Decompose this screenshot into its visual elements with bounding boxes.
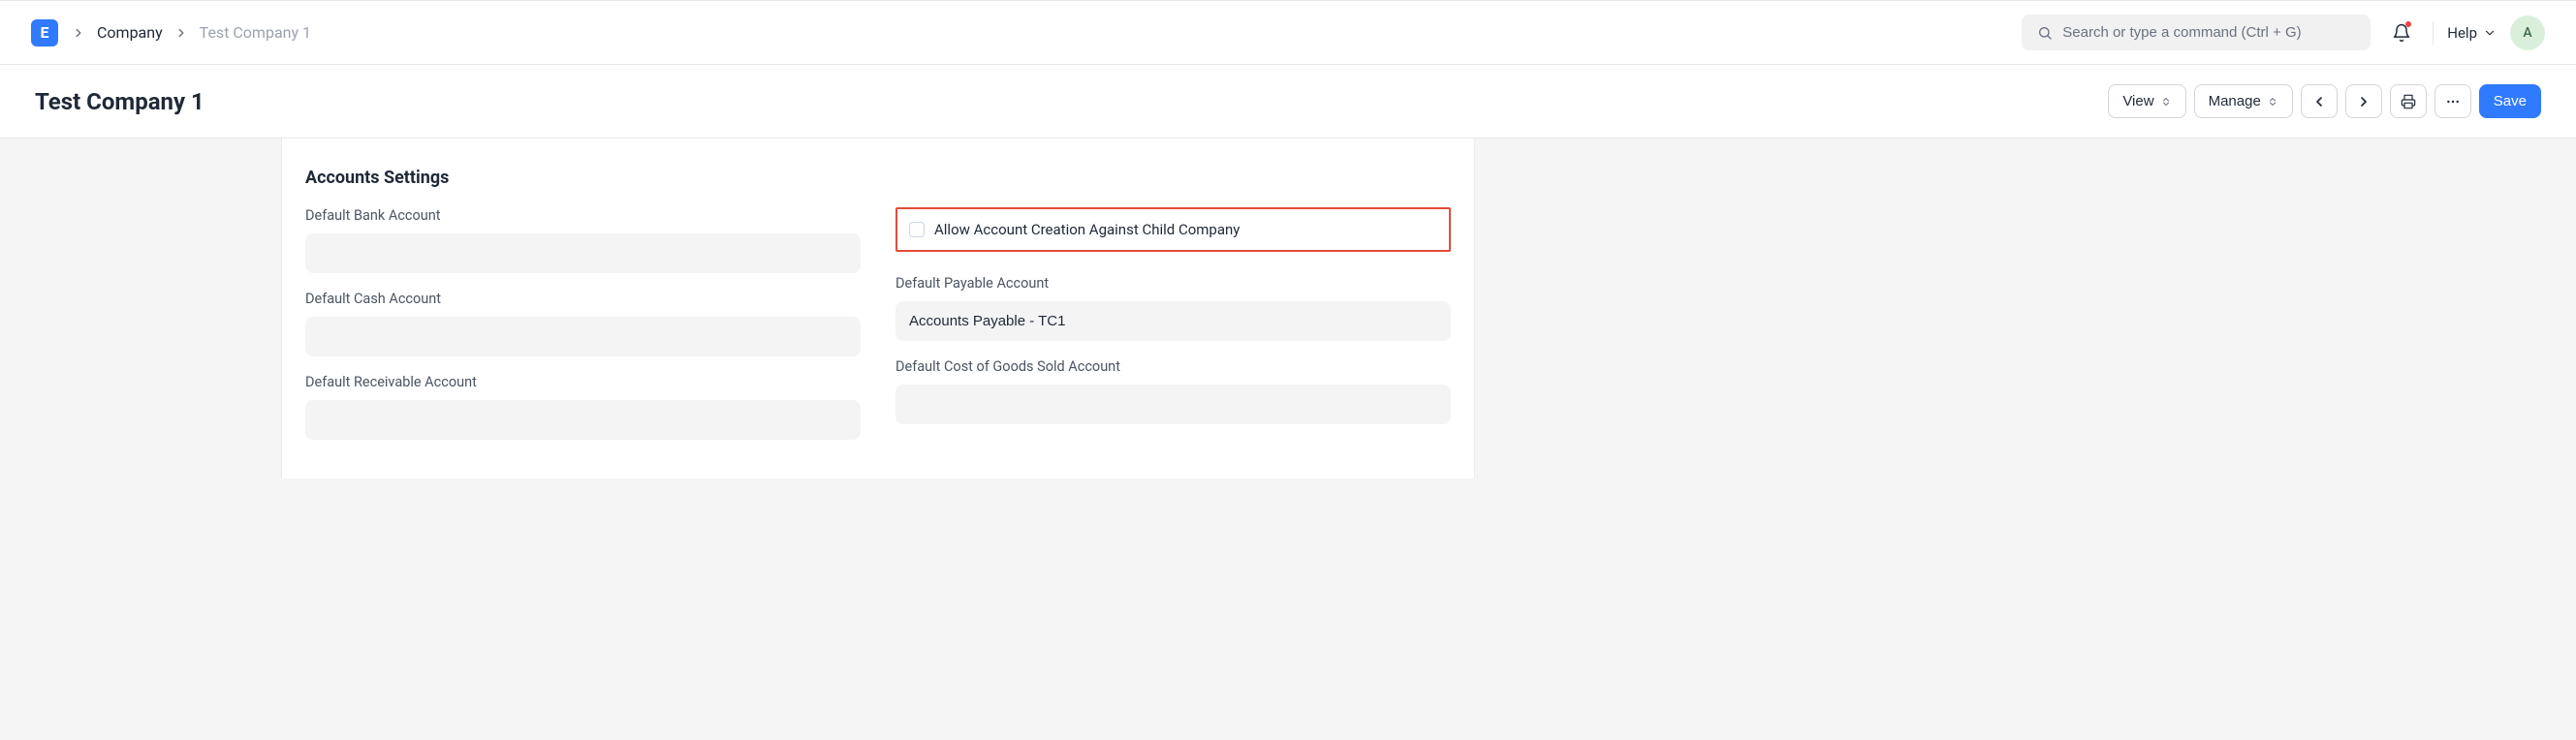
help-menu[interactable]: Help [2447,24,2497,42]
search-input[interactable] [2062,24,2355,41]
default-cogs-field: Default Cost of Goods Sold Account [895,358,1451,424]
breadcrumb-current: Test Company 1 [200,23,311,42]
default-payable-field: Default Payable Account [895,275,1451,341]
default-payable-label: Default Payable Account [895,275,1451,292]
more-button[interactable] [2435,84,2471,118]
breadcrumb-parent[interactable]: Company [97,23,163,42]
left-gutter [0,139,281,478]
allow-child-checkbox-row[interactable]: Allow Account Creation Against Child Com… [897,209,1441,250]
chevron-left-icon [2311,94,2327,109]
print-button[interactable] [2390,84,2427,118]
avatar[interactable]: A [2510,15,2545,50]
divider [2433,21,2434,45]
default-cogs-input[interactable] [895,385,1451,424]
printer-icon [2401,94,2416,109]
form-col-right: Allow Account Creation Against Child Com… [895,207,1451,440]
updown-icon [2267,96,2278,108]
view-label: View [2122,93,2153,109]
default-cash-input[interactable] [305,317,861,356]
default-receivable-label: Default Receivable Account [305,374,861,390]
topbar: E Company Test Company 1 Help A [0,0,2576,65]
breadcrumb: Company Test Company 1 [72,23,311,42]
page-title: Test Company 1 [35,88,204,115]
chevron-right-icon [2356,94,2372,109]
updown-icon [2160,96,2172,108]
default-bank-input[interactable] [305,233,861,273]
dots-horizontal-icon [2445,94,2461,109]
default-bank-label: Default Bank Account [305,207,861,224]
toolbar: View Manage Save [2108,84,2541,118]
section-title: Accounts Settings [282,162,1474,207]
app-logo[interactable]: E [31,19,58,46]
chevron-down-icon [2483,26,2497,40]
view-button[interactable]: View [2108,84,2185,118]
save-button[interactable]: Save [2479,84,2541,118]
manage-label: Manage [2209,93,2261,109]
help-label: Help [2447,24,2477,42]
search-bar[interactable] [2022,15,2371,50]
chevron-right-icon [174,26,188,40]
default-cogs-label: Default Cost of Goods Sold Account [895,358,1451,375]
prev-button[interactable] [2301,84,2338,118]
default-cash-label: Default Cash Account [305,291,861,307]
page-header: Test Company 1 View Manage Save [0,65,2576,139]
content: Accounts Settings Default Bank Account D… [0,139,2576,478]
default-receivable-field: Default Receivable Account [305,374,861,440]
default-payable-input[interactable] [895,301,1451,341]
next-button[interactable] [2345,84,2382,118]
allow-child-checkbox[interactable] [909,222,925,237]
form-grid: Default Bank Account Default Cash Accoun… [282,207,1474,440]
default-cash-field: Default Cash Account [305,291,861,356]
form-col-left: Default Bank Account Default Cash Accoun… [305,207,861,440]
highlight-box: Allow Account Creation Against Child Com… [895,207,1451,252]
form-panel: Accounts Settings Default Bank Account D… [281,139,1475,478]
search-icon [2037,25,2053,41]
chevron-right-icon [72,26,85,40]
notifications-button[interactable] [2384,15,2419,50]
default-bank-field: Default Bank Account [305,207,861,273]
notification-dot [2405,21,2411,27]
allow-child-label: Allow Account Creation Against Child Com… [934,221,1240,238]
default-receivable-input[interactable] [305,400,861,440]
manage-button[interactable]: Manage [2194,84,2293,118]
